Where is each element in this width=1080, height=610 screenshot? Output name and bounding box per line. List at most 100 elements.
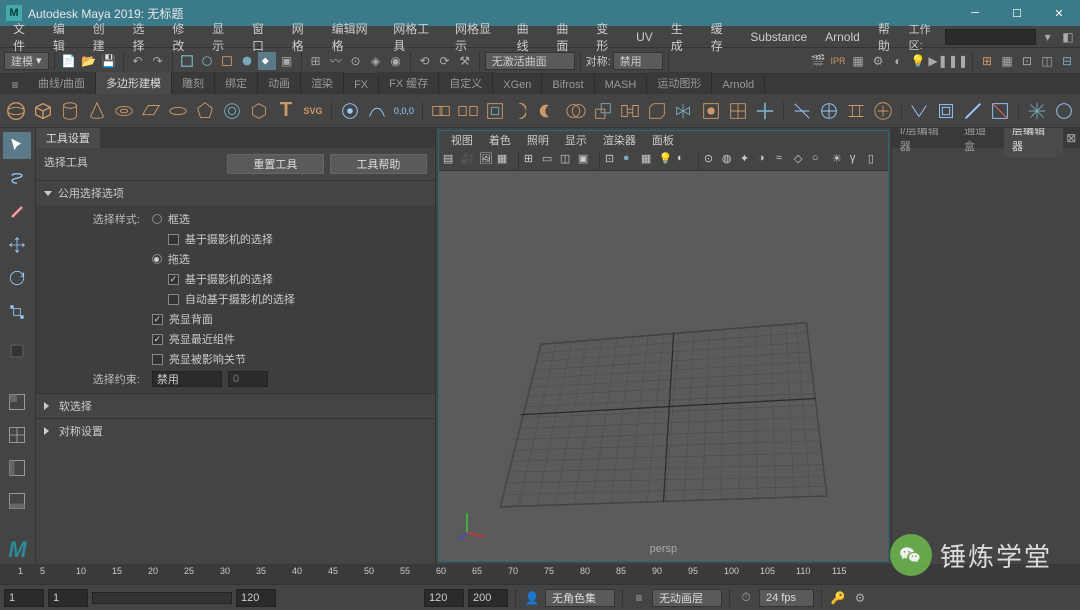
four-view-icon[interactable] (3, 421, 31, 448)
spin-edge-icon[interactable] (1052, 97, 1076, 125)
autokey-icon[interactable]: 🔑 (829, 589, 847, 607)
vp-menu-shading[interactable]: 着色 (481, 130, 519, 150)
menu-select[interactable]: 选择 (123, 17, 163, 57)
menu-modify[interactable]: 修改 (163, 17, 203, 57)
vp-menu-lighting[interactable]: 照明 (519, 130, 557, 150)
new-scene-icon[interactable]: 📄 (60, 52, 78, 70)
poly-cone-icon[interactable] (85, 97, 109, 125)
vp-select-cam-icon[interactable]: ▤ (443, 152, 459, 168)
right-panel-close-icon[interactable]: ⊠ (1063, 129, 1080, 147)
panel-layout5-icon[interactable]: ⊟ (1058, 52, 1076, 70)
mirror-icon[interactable] (672, 97, 696, 125)
character-set-dropdown[interactable]: 无角色集 (545, 589, 615, 607)
menu-edit[interactable]: 编辑 (44, 17, 84, 57)
menu-help[interactable]: 帮助 (869, 17, 909, 57)
menu-mesh-display[interactable]: 网格显示 (446, 17, 508, 57)
range-start-field[interactable]: 1 (48, 589, 88, 607)
cv-select-icon[interactable] (365, 97, 389, 125)
menu-arnold[interactable]: Arnold (816, 27, 869, 47)
panel-layout3-icon[interactable]: ⊡ (1018, 52, 1036, 70)
marquee-radio[interactable] (152, 214, 162, 224)
vp-smooth-shade-icon[interactable]: ● (623, 152, 639, 168)
playback-end-field[interactable]: 200 (468, 589, 508, 607)
construction-icon[interactable]: ⚒ (456, 52, 474, 70)
symmetry-settings-header[interactable]: 对称设置 (36, 419, 435, 443)
save-scene-icon[interactable]: 💾 (100, 52, 118, 70)
vp-menu-show[interactable]: 显示 (557, 130, 595, 150)
select-mask-icon[interactable] (238, 52, 256, 70)
constraint-value-field[interactable]: 0 (228, 371, 268, 387)
fill-hole-icon[interactable] (699, 97, 723, 125)
active-surface-field[interactable]: 无激活曲面 (485, 52, 575, 70)
symmetry-dropdown[interactable]: 禁用 (613, 52, 663, 70)
shelf-tab-fx[interactable]: FX (344, 76, 379, 94)
del-edge-icon[interactable] (988, 97, 1012, 125)
single-perspective-icon[interactable] (3, 388, 31, 415)
vp-menu-view[interactable]: 视图 (443, 130, 481, 150)
scale-tool[interactable] (3, 298, 31, 325)
snap-pt-icon[interactable]: ⊙ (347, 52, 365, 70)
shelf-tab-custom[interactable]: 自定义 (439, 72, 493, 94)
shelf-tab-rigging[interactable]: 绑定 (215, 72, 258, 94)
snap-curve-icon[interactable]: 〰 (327, 52, 345, 70)
circularize-icon[interactable] (1025, 97, 1049, 125)
snap-plane-icon[interactable]: ◈ (367, 52, 385, 70)
vp-grid-icon[interactable]: ⊞ (524, 152, 540, 168)
menu-uv[interactable]: UV (627, 27, 662, 47)
history-icon[interactable]: ⟲ (416, 52, 434, 70)
range-slider[interactable] (92, 592, 232, 604)
vp-gate-mask-icon[interactable]: ▣ (578, 152, 594, 168)
menu-mesh-tools[interactable]: 网格工具 (384, 17, 446, 57)
outliner-icon[interactable] (3, 455, 31, 482)
camera-based-check-2[interactable] (168, 274, 179, 285)
reset-tool-button[interactable]: 重置工具 (227, 154, 324, 174)
vp-image-plane-icon[interactable]: 🖼 (479, 152, 495, 168)
select-obj-icon[interactable] (178, 52, 196, 70)
vp-ssao-icon[interactable]: ◑ (758, 152, 774, 168)
collapse-icon[interactable] (753, 97, 777, 125)
shelf-tab-arnold[interactable]: Arnold (712, 76, 765, 94)
highlight-back-check[interactable] (152, 314, 163, 325)
tool-help-button[interactable]: 工具帮助 (330, 154, 427, 174)
select-pt-icon[interactable]: ▣ (278, 52, 296, 70)
poly-torus-icon[interactable] (112, 97, 136, 125)
poly-sphere-icon[interactable] (4, 97, 28, 125)
soft-select-icon[interactable] (338, 97, 362, 125)
menu-cache[interactable]: 缓存 (702, 17, 742, 57)
poly-type-icon[interactable]: T (274, 97, 298, 125)
drag-radio[interactable] (152, 254, 162, 264)
persp-outliner-icon[interactable] (3, 488, 31, 515)
vp-wireframe-icon[interactable]: ⊡ (605, 152, 621, 168)
menu-file[interactable]: 文件 (4, 17, 44, 57)
vp-shadows-icon[interactable]: ◐ (677, 152, 693, 168)
move-tool[interactable] (3, 232, 31, 259)
snap-grid-icon[interactable]: ⊞ (307, 52, 325, 70)
render-view-icon[interactable]: ▦ (849, 52, 867, 70)
vp-2d-pan-icon[interactable]: ▦ (497, 152, 513, 168)
menu-generate[interactable]: 生成 (662, 17, 702, 57)
snap-live-icon[interactable]: ◉ (387, 52, 405, 70)
vp-gamma-icon[interactable]: γ (850, 152, 866, 168)
smooth-icon[interactable] (483, 97, 507, 125)
shelf-tab-curves[interactable]: 曲线/曲面 (28, 72, 96, 94)
extrude-icon[interactable] (591, 97, 615, 125)
poly-svg-icon[interactable]: SVG (301, 97, 325, 125)
pause-icon[interactable]: ❚❚ (949, 52, 967, 70)
camera-based-check-1[interactable] (168, 234, 179, 245)
vp-xray-joints-icon[interactable]: ✦ (740, 152, 756, 168)
mode-dropdown[interactable]: 建模 ▾ (4, 52, 49, 70)
offset-loop-icon[interactable] (934, 97, 958, 125)
vp-menu-panels[interactable]: 面板 (644, 130, 682, 150)
quad-draw-icon[interactable] (871, 97, 895, 125)
menu-curves[interactable]: 曲线 (508, 17, 548, 57)
playback-speed-icon[interactable]: ⏱ (737, 589, 755, 607)
menu-surfaces[interactable]: 曲面 (547, 17, 587, 57)
viewport-canvas[interactable]: persp (439, 171, 888, 561)
timeline[interactable]: 1 5 10 15 20 25 30 35 40 45 50 55 60 65 … (0, 564, 1080, 584)
redo-icon[interactable]: ↷ (149, 52, 167, 70)
rotate-tool[interactable] (3, 265, 31, 292)
vp-film-gate-icon[interactable]: ▭ (542, 152, 558, 168)
shelf-tab-render[interactable]: 渲染 (301, 72, 344, 94)
vp-exposure-icon[interactable]: ☀ (832, 152, 848, 168)
boolean-diff-icon[interactable] (537, 97, 561, 125)
